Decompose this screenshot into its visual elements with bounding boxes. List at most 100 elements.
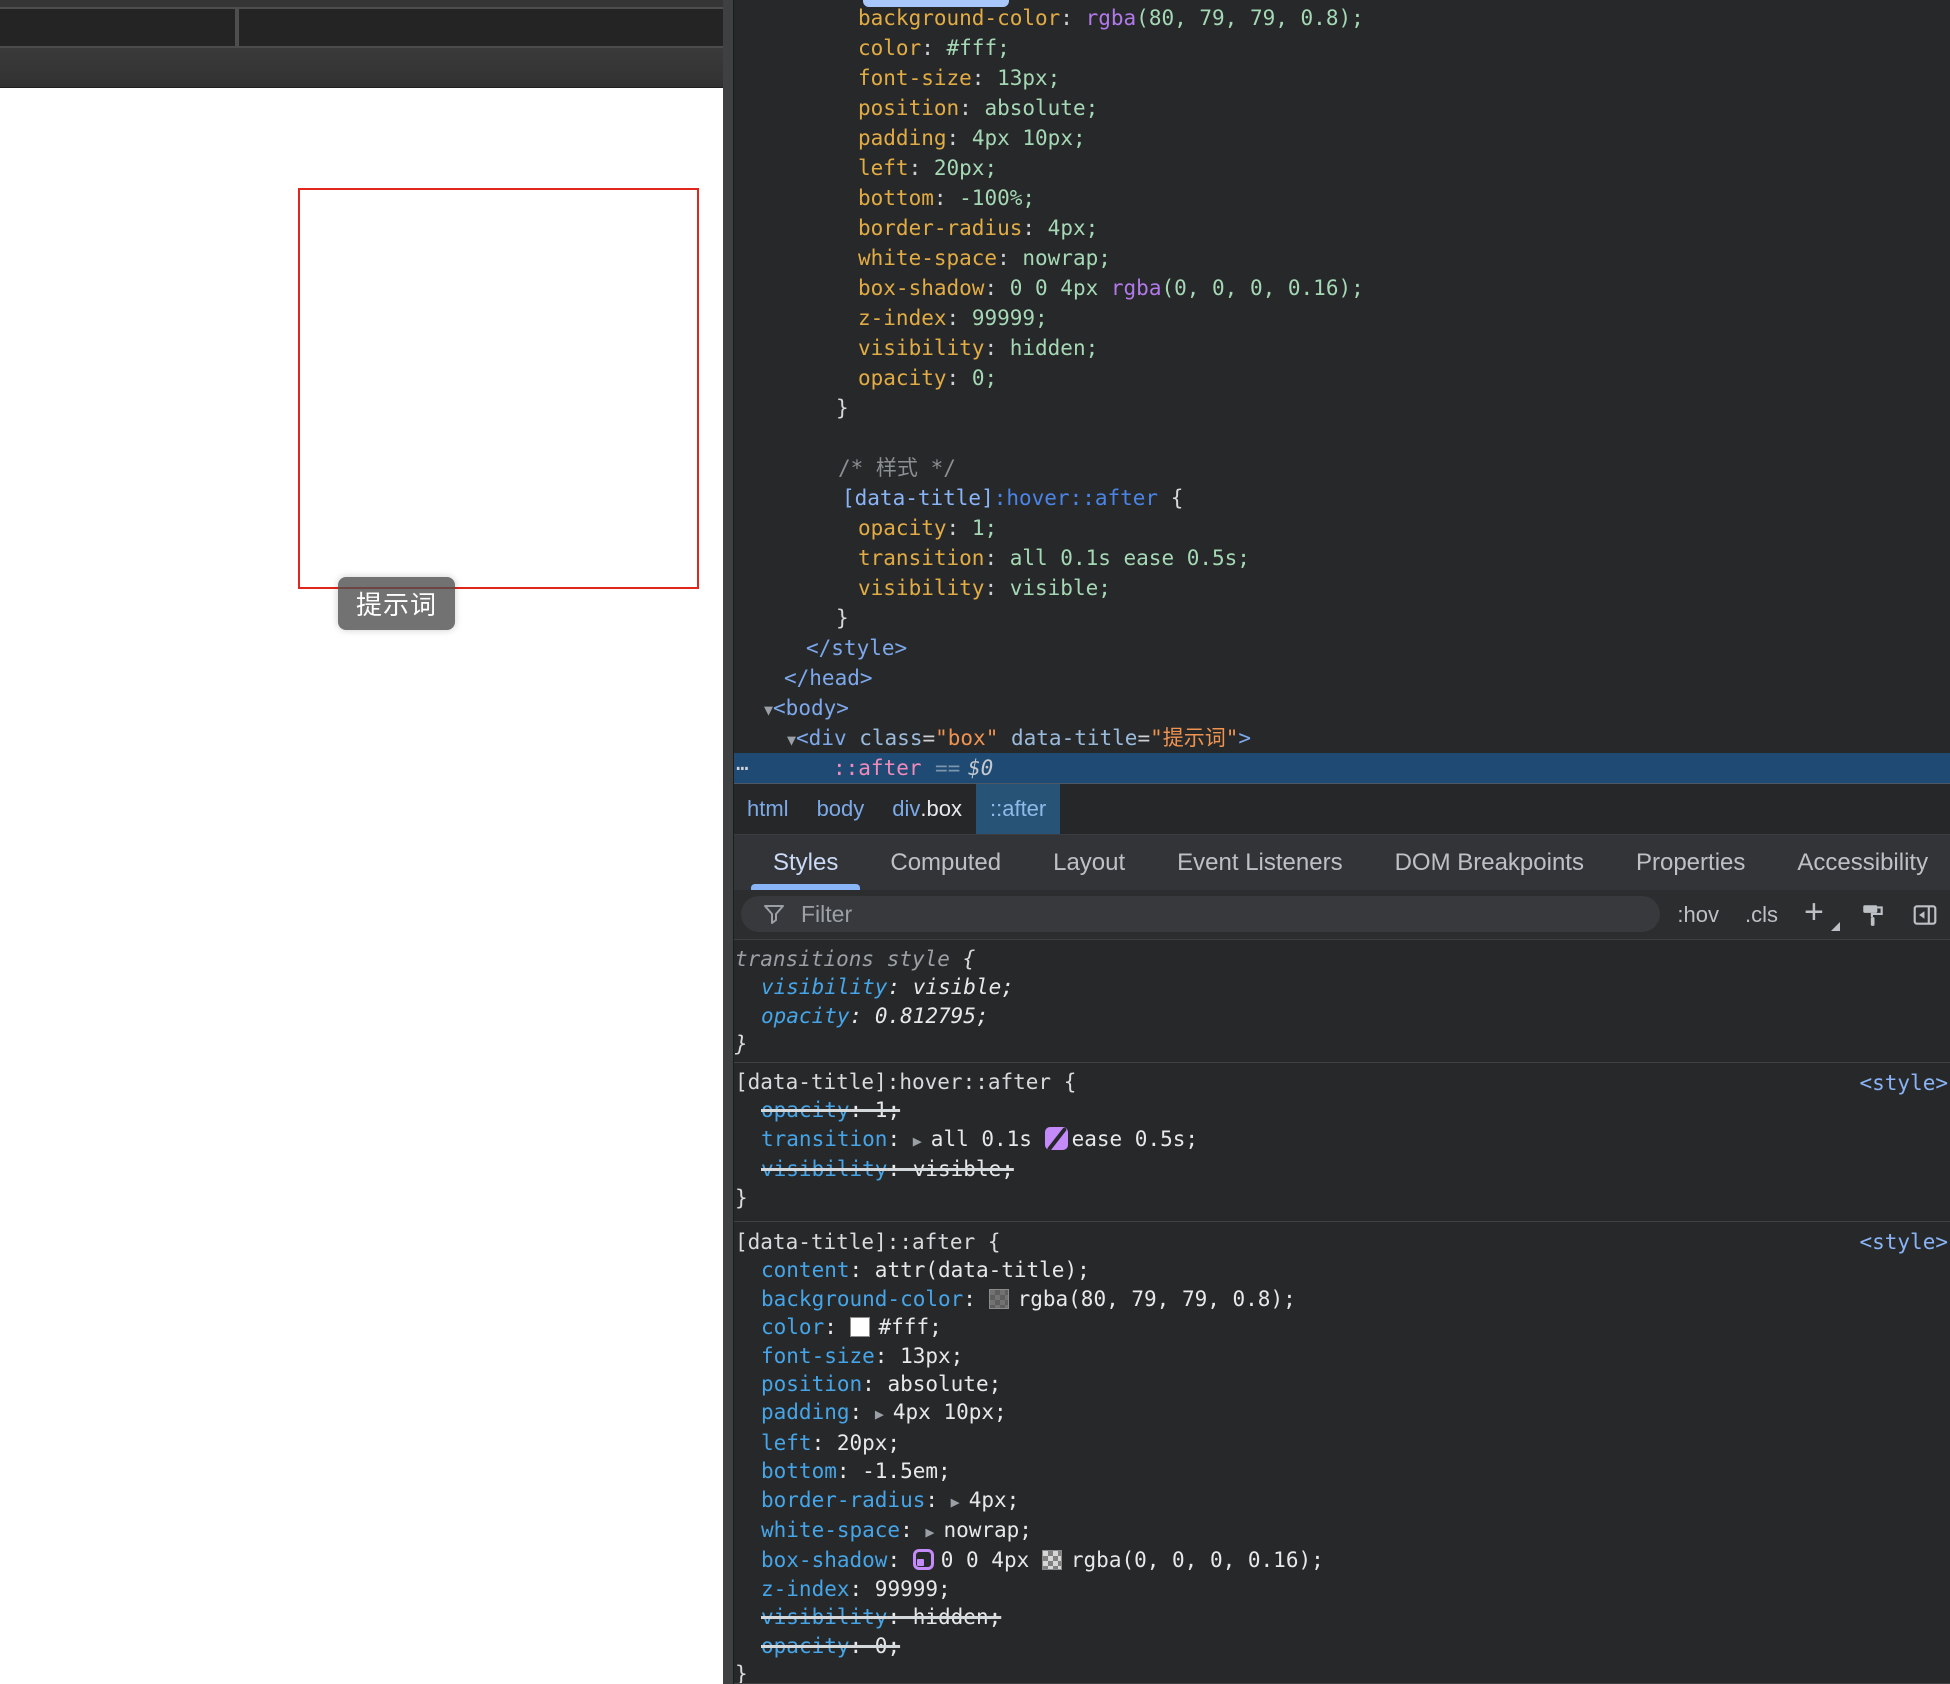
rule-close-brace: } [735, 1032, 748, 1057]
tree-line[interactable]: } [733, 603, 1950, 633]
shadow-editor-icon[interactable] [912, 1549, 934, 1571]
breadcrumb: html body div .box::after [733, 784, 1950, 834]
tree-line[interactable]: } [733, 393, 1950, 423]
filter-funnel-icon [764, 905, 784, 924]
tab-dom-breakpoints[interactable]: DOM Breakpoints [1369, 835, 1610, 890]
style-source-link[interactable]: <style> [1859, 1069, 1948, 1097]
css-declaration[interactable]: visibility: visible; [735, 1155, 1950, 1183]
breadcrumb-item[interactable]: html [733, 784, 803, 834]
tree-line[interactable]: bottom: -100%; [733, 183, 1950, 213]
css-declaration[interactable]: padding: ▶ 4px 10px; [735, 1398, 1950, 1428]
css-declaration[interactable]: z-index: 99999; [735, 1575, 1950, 1603]
tree-line[interactable]: [data-title]:hover::after { [733, 483, 1950, 513]
page-viewport: 提示词 [0, 88, 723, 1684]
breadcrumb-item[interactable]: body [803, 784, 879, 834]
tab-properties[interactable]: Properties [1610, 835, 1771, 890]
rule-selector[interactable]: transitions style { [735, 945, 1950, 973]
css-declaration[interactable]: opacity: 0; [735, 1632, 1950, 1660]
breadcrumb-item[interactable]: div .box [878, 784, 976, 834]
filter-input[interactable] [799, 899, 1660, 929]
demo-box [298, 188, 699, 589]
tree-line[interactable]: position: absolute; [733, 93, 1950, 123]
css-declaration[interactable]: font-size: 13px; [735, 1342, 1950, 1370]
tree-line[interactable]: visibility: hidden; [733, 333, 1950, 363]
tree-line[interactable]: padding: 4px 10px; [733, 123, 1950, 153]
tree-line[interactable]: transition: all 0.1s ease 0.5s; [733, 543, 1950, 573]
elements-tree: background-color: rgba(80, 79, 79, 0.8);… [733, 0, 1950, 753]
css-declaration[interactable]: background-color: rgba(80, 79, 79, 0.8); [735, 1285, 1950, 1313]
tree-line[interactable]: background-color: rgba(80, 79, 79, 0.8); [733, 3, 1950, 33]
window-top-strip [0, 0, 723, 9]
pseudo-element-label: ::after [833, 756, 922, 780]
css-rule: [data-title]:hover::after {<style> opacit… [733, 1063, 1950, 1222]
styles-sections: transitions style {visibility: visible; o… [733, 939, 1950, 1684]
expand-arrow-icon: ▶ [925, 1523, 944, 1542]
tab-event-listeners[interactable]: Event Listeners [1151, 835, 1368, 890]
css-declaration[interactable]: color: #fff; [735, 1313, 1950, 1341]
tree-line[interactable]: border-radius: 4px; [733, 213, 1950, 243]
more-actions-icon[interactable]: ⋯ [736, 753, 751, 783]
tab-styles[interactable]: Styles [747, 835, 864, 890]
style-source-link[interactable]: <style> [1859, 1228, 1948, 1256]
expand-arrow-icon: ▶ [950, 1492, 969, 1511]
tree-line[interactable]: ▼<body> [733, 693, 1950, 723]
tree-line[interactable]: white-space: nowrap; [733, 243, 1950, 273]
browser-address-bar[interactable] [0, 48, 723, 88]
class-toggle[interactable]: .cls [1745, 902, 1778, 928]
new-style-rule-button[interactable]: + [1804, 895, 1840, 931]
tree-line[interactable]: opacity: 1; [733, 513, 1950, 543]
rule-close-brace: } [735, 1185, 748, 1210]
color-swatch[interactable] [1041, 1550, 1062, 1571]
breadcrumb-item[interactable]: ::after [976, 784, 1061, 834]
css-declaration[interactable]: transition: ▶ all 0.1s ease 0.5s; [735, 1125, 1950, 1155]
browser-tab-bar[interactable] [0, 9, 723, 48]
tree-line[interactable]: /* 样式 */ [733, 453, 1950, 483]
pseudo-state-toggle[interactable]: :hov [1677, 902, 1719, 928]
devtools-edge-strip[interactable] [723, 0, 734, 1684]
color-swatch[interactable] [988, 1288, 1009, 1309]
css-declaration[interactable]: white-space: ▶ nowrap; [735, 1516, 1950, 1546]
dollar-zero-ref: $0 [968, 756, 994, 780]
tab-layout[interactable]: Layout [1027, 835, 1151, 890]
styles-toolbar: :hov .cls + [733, 890, 1950, 940]
rule-selector[interactable]: [data-title]::after { [735, 1228, 1950, 1256]
tree-line[interactable]: ▼<div class="box" data-title="提示词"> [733, 723, 1950, 753]
rule-selector[interactable]: [data-title]:hover::after { [735, 1068, 1950, 1096]
css-declaration[interactable]: bottom: -1.5em; [735, 1457, 1950, 1485]
paint-roller-icon[interactable] [1860, 902, 1886, 928]
expand-arrow-icon: ▶ [912, 1131, 931, 1150]
tree-line[interactable]: </style> [733, 633, 1950, 663]
expand-arrow-icon: ▼ [764, 701, 774, 719]
css-declaration[interactable]: left: 20px; [735, 1429, 1950, 1457]
browser-pane: 提示词 [0, 0, 723, 1684]
tree-line[interactable]: color: #fff; [733, 33, 1950, 63]
sidebar-tabs: Styles Computed Layout Event Listeners DOM B… [733, 834, 1950, 890]
color-swatch[interactable] [849, 1317, 870, 1338]
toggle-sidebar-icon[interactable] [1912, 902, 1938, 928]
tree-line[interactable]: box-shadow: 0 0 4px rgba(0, 0, 0, 0.16); [733, 273, 1950, 303]
tooltip-text: 提示词 [355, 590, 437, 620]
tab-computed[interactable]: Computed [864, 835, 1027, 890]
tree-line[interactable]: opacity: 0; [733, 363, 1950, 393]
css-declaration[interactable]: content: attr(data-title); [735, 1256, 1950, 1284]
css-rule: [data-title]::after {<style> content: att… [733, 1222, 1950, 1684]
css-declaration[interactable]: opacity: 0.812795; [735, 1002, 1950, 1030]
tree-line[interactable]: z-index: 99999; [733, 303, 1950, 333]
selected-tree-row[interactable]: ⋯ ::after == $0 [723, 753, 1950, 784]
tab-accessibility[interactable]: Accessibility [1771, 835, 1950, 890]
bezier-curve-icon[interactable] [1044, 1126, 1068, 1150]
tree-line[interactable]: font-size: 13px; [733, 63, 1950, 93]
css-declaration[interactable]: position: absolute; [735, 1370, 1950, 1398]
css-declaration[interactable]: border-radius: ▶ 4px; [735, 1486, 1950, 1516]
css-declaration[interactable]: visibility: visible; [735, 973, 1950, 1001]
css-declaration[interactable]: visibility: hidden; [735, 1603, 1950, 1631]
rule-close-brace: } [735, 1662, 748, 1684]
tree-line[interactable]: left: 20px; [733, 153, 1950, 183]
css-declaration[interactable]: box-shadow: 0 0 4px rgba(0, 0, 0, 0.16); [735, 1546, 1950, 1574]
tree-line[interactable]: </head> [733, 663, 1950, 693]
css-declaration[interactable]: opacity: 1; [735, 1096, 1950, 1124]
filter-field[interactable] [741, 896, 1660, 932]
tree-line[interactable] [733, 423, 1950, 453]
tree-line[interactable]: visibility: visible; [733, 573, 1950, 603]
devtools-panel: background-color: rgba(80, 79, 79, 0.8);… [723, 0, 1950, 1684]
